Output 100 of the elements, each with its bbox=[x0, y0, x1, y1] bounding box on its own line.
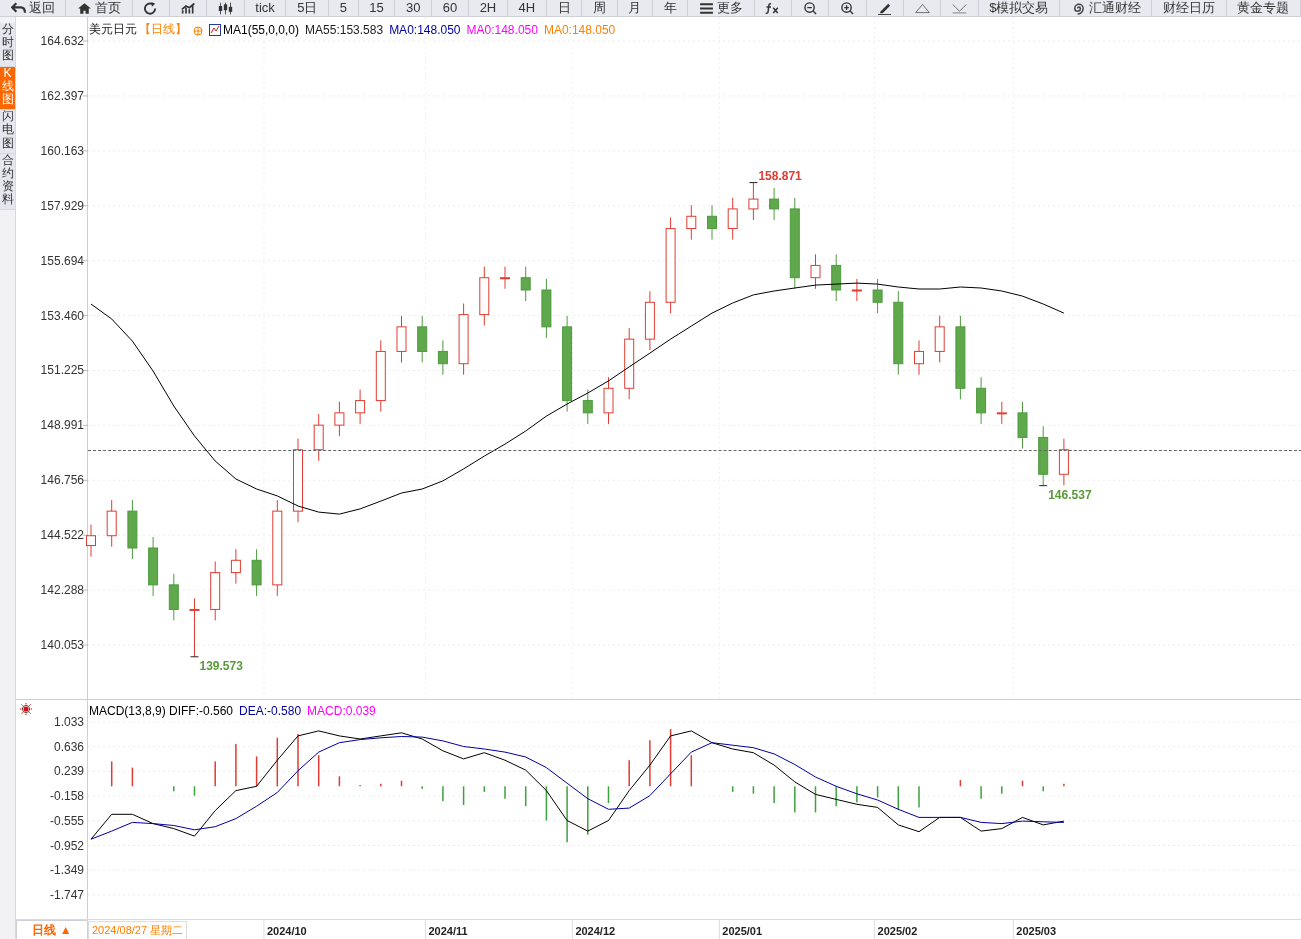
histogram-bar bbox=[731, 786, 734, 792]
indicator-value: DEA:-0.580 bbox=[239, 704, 302, 718]
candlestick bbox=[148, 536, 159, 597]
date-label: 2024/11 bbox=[428, 925, 468, 937]
bar-chart-icon bbox=[180, 1, 196, 15]
period-label: 【日线】 bbox=[139, 21, 187, 38]
histogram-bar bbox=[131, 767, 134, 787]
candlestick bbox=[106, 499, 117, 548]
histogram-bar bbox=[110, 761, 113, 787]
axis-label: -1.349 bbox=[49, 863, 84, 878]
candlestick bbox=[520, 266, 531, 302]
candlestick bbox=[500, 266, 510, 290]
date-label: 2025/01 bbox=[722, 925, 763, 937]
axis-label: 162.397 bbox=[40, 88, 84, 103]
indicator-value: MA0:148.050 bbox=[389, 22, 461, 37]
axis-label: 142.288 bbox=[40, 583, 84, 598]
histogram-bar bbox=[752, 786, 755, 794]
candlestick bbox=[810, 253, 821, 290]
price-label: 158.871 bbox=[758, 168, 802, 183]
candlestick bbox=[541, 278, 552, 339]
side-tab[interactable]: 闪电图 bbox=[0, 110, 15, 154]
candlestick bbox=[334, 401, 345, 437]
axis-label: 0.636 bbox=[53, 739, 84, 754]
histogram-bar bbox=[897, 786, 900, 810]
axis-label: -1.747 bbox=[49, 888, 84, 902]
axis-label: 148.991 bbox=[40, 418, 84, 433]
side-tab[interactable]: 合约资料 bbox=[0, 153, 15, 211]
candlestick bbox=[582, 389, 593, 425]
menu-icon bbox=[698, 1, 714, 15]
histogram-bar bbox=[1021, 780, 1024, 787]
candlestick bbox=[872, 278, 883, 314]
back-arrow-icon bbox=[10, 1, 26, 15]
candlestick bbox=[976, 376, 987, 425]
candlestick bbox=[603, 376, 614, 425]
candlestick bbox=[996, 401, 1007, 425]
candlestick bbox=[769, 187, 780, 221]
axis-label: 0.239 bbox=[53, 764, 84, 779]
histogram-bar bbox=[669, 729, 672, 787]
down-triangle-icon bbox=[951, 1, 967, 15]
histogram-bar bbox=[876, 786, 879, 798]
candlestick bbox=[313, 413, 324, 462]
axis-label: 1.033 bbox=[53, 715, 84, 729]
indicator-value: MA0:148.050 bbox=[543, 22, 616, 37]
pen-icon bbox=[877, 1, 893, 15]
axis-label: -0.158 bbox=[49, 789, 84, 804]
date-label: 2025/02 bbox=[877, 925, 918, 937]
sun-icon bbox=[20, 703, 32, 715]
refresh-icon bbox=[143, 1, 159, 15]
candlestick bbox=[748, 182, 759, 221]
candlestick bbox=[914, 339, 924, 376]
histogram-bar bbox=[607, 786, 610, 804]
indicator-value: MA55:153.583 bbox=[305, 22, 384, 37]
zoom-out-icon bbox=[802, 1, 818, 15]
indicator-value: MA1(55,0,0,0) bbox=[223, 22, 300, 37]
side-tab[interactable]: 分时图 bbox=[0, 23, 15, 67]
candlestick bbox=[417, 315, 428, 363]
home-icon bbox=[77, 1, 92, 15]
date-label: 2025/03 bbox=[1016, 925, 1057, 937]
histogram-bar bbox=[483, 786, 486, 792]
histogram-bar bbox=[317, 755, 320, 787]
candlestick-icon bbox=[217, 1, 233, 15]
histogram-bar bbox=[276, 737, 279, 787]
candlestick bbox=[127, 499, 138, 560]
candlestick bbox=[1058, 438, 1069, 486]
candlestick bbox=[831, 253, 842, 302]
axis-label: 160.163 bbox=[40, 143, 84, 158]
date-label: 2024/12 bbox=[575, 925, 616, 937]
candlestick bbox=[189, 597, 200, 658]
axis-label: 146.756 bbox=[40, 473, 84, 488]
candlestick bbox=[934, 315, 945, 363]
candlestick bbox=[851, 278, 862, 302]
candlestick bbox=[168, 573, 179, 621]
candlestick bbox=[1017, 401, 1028, 449]
axis-label: 151.225 bbox=[40, 363, 84, 378]
candlestick bbox=[437, 339, 448, 376]
candlestick bbox=[1038, 425, 1049, 487]
histogram-bar bbox=[545, 786, 548, 821]
cursor-date: 2024/08/27 星期二 bbox=[88, 921, 188, 939]
crosshair-icon bbox=[193, 26, 203, 36]
axis-label: 157.929 bbox=[40, 198, 84, 213]
histogram-bar bbox=[524, 786, 527, 807]
candlestick bbox=[727, 197, 738, 241]
indicator-value: MACD:0.039 bbox=[307, 704, 376, 718]
date-label: 2024/10 bbox=[266, 925, 307, 937]
candlestick bbox=[686, 204, 697, 241]
zoom-in-icon bbox=[839, 1, 855, 15]
axis-label: 144.522 bbox=[40, 528, 84, 543]
axis-label: -0.555 bbox=[49, 813, 84, 828]
axis-label: 153.460 bbox=[40, 308, 84, 323]
candlestick bbox=[355, 389, 366, 425]
histogram-bar bbox=[690, 755, 693, 787]
histogram-bar bbox=[338, 776, 341, 787]
histogram-bar bbox=[255, 756, 258, 787]
candlestick bbox=[86, 524, 96, 558]
indicator-value: MA0:148.050 bbox=[466, 22, 538, 37]
price-label: 146.537 bbox=[1048, 487, 1092, 502]
indicator-value: MACD(13,8,9) DIFF:-0.560 bbox=[89, 704, 234, 718]
candlestick bbox=[230, 548, 241, 585]
symbol-name: 美元日元 bbox=[89, 21, 137, 38]
candlestick bbox=[707, 204, 717, 241]
